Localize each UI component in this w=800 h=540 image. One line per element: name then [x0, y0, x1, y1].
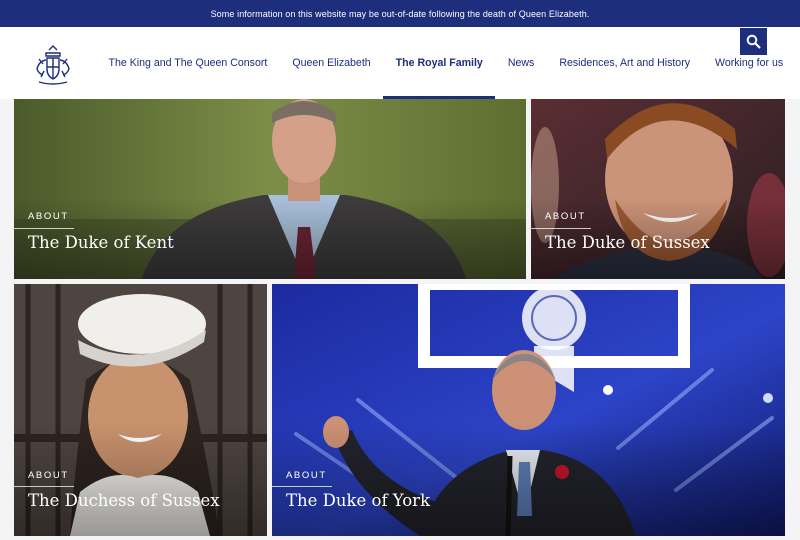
tile-kicker: About	[28, 211, 69, 222]
tile-kicker: About	[286, 470, 327, 481]
tile-title: The Duke of York	[286, 491, 431, 510]
tile-kicker: About	[545, 211, 586, 222]
search-icon	[746, 34, 761, 49]
tile-title: The Duke of Sussex	[545, 233, 710, 252]
tile-divider	[14, 486, 74, 487]
site-header: The King and The Queen Consort Queen Eli…	[0, 27, 800, 99]
tile-kicker: About	[28, 470, 69, 481]
announcement-banner: Some information on this website may be …	[0, 0, 800, 27]
tile-title: The Duke of Kent	[28, 233, 174, 252]
profile-card-duke-of-kent[interactable]: About The Duke of Kent	[14, 99, 526, 279]
royal-coat-of-arms-icon[interactable]	[31, 44, 75, 86]
nav-item-news[interactable]: News	[495, 27, 547, 99]
announcement-text: Some information on this website may be …	[210, 8, 590, 19]
nav-item-queen-elizabeth[interactable]: Queen Elizabeth	[280, 27, 383, 99]
profile-card-duke-of-sussex[interactable]: About The Duke of Sussex	[531, 99, 785, 279]
nav-item-king-and-queen-consort[interactable]: The King and The Queen Consort	[96, 27, 280, 99]
search-button[interactable]	[740, 28, 767, 55]
royal-family-page: Some information on this website may be …	[0, 0, 800, 540]
tile-title: The Duchess of Sussex	[28, 491, 220, 510]
tile-divider	[272, 486, 332, 487]
profile-card-duchess-of-sussex[interactable]: About The Duchess of Sussex	[14, 284, 267, 536]
tile-divider	[14, 228, 74, 229]
tile-gradient	[14, 99, 526, 279]
tile-divider	[531, 228, 591, 229]
main-nav: The King and The Queen Consort Queen Eli…	[96, 27, 796, 99]
profile-card-duke-of-york[interactable]: About The Duke of York	[272, 284, 785, 536]
nav-item-royal-family[interactable]: The Royal Family	[383, 27, 496, 99]
nav-item-residences-art-history[interactable]: Residences, Art and History	[547, 27, 703, 99]
tile-gradient	[531, 99, 785, 279]
